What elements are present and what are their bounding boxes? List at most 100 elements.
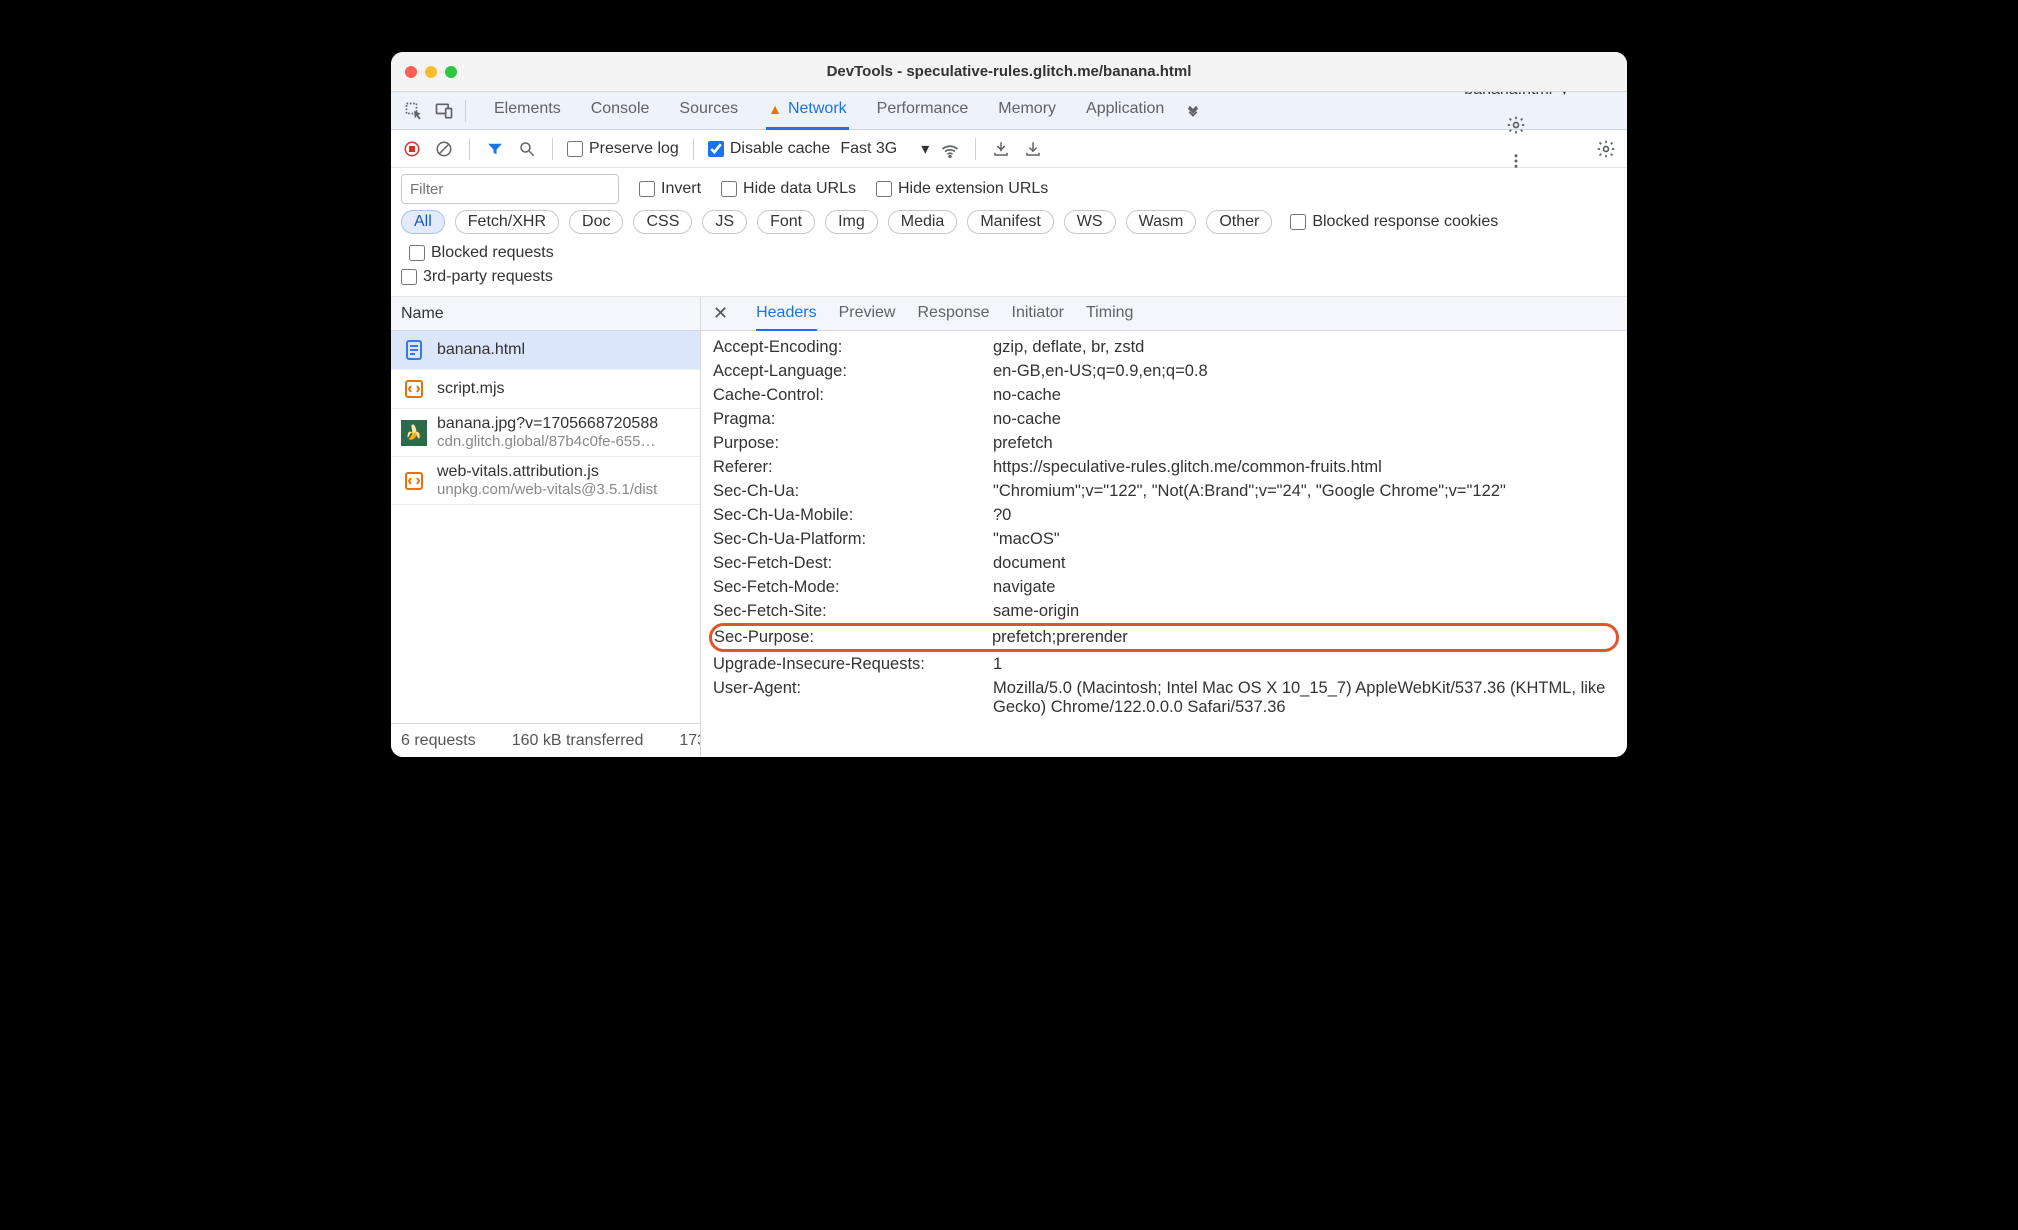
tab-network[interactable]: ▲Network: [766, 92, 849, 130]
filter-input[interactable]: [401, 174, 619, 204]
device-toolbar-icon[interactable]: [431, 98, 457, 124]
tab-sources[interactable]: Sources: [677, 92, 740, 130]
type-filter-doc[interactable]: Doc: [569, 210, 623, 234]
header-value: https://speculative-rules.glitch.me/comm…: [993, 458, 1615, 477]
disable-cache-label: Disable cache: [730, 140, 831, 158]
tab-application[interactable]: Application: [1084, 92, 1166, 130]
request-list-pane: Name banana.html script.mjs 🍌banana.jpg?v=…: [391, 297, 701, 757]
script-icon: [401, 468, 427, 494]
type-filter-all[interactable]: All: [401, 210, 445, 234]
header-row: Upgrade-Insecure-Requests:1: [701, 652, 1627, 676]
header-row: User-Agent:Mozilla/5.0 (Macintosh; Intel…: [701, 676, 1627, 719]
request-row[interactable]: 🍌banana.jpg?v=1705668720588cdn.glitch.gl…: [391, 409, 700, 457]
request-row[interactable]: web-vitals.attribution.jsunpkg.com/web-v…: [391, 457, 700, 505]
type-filter-ws[interactable]: WS: [1064, 210, 1116, 234]
header-value: navigate: [993, 578, 1615, 597]
header-name: Sec-Fetch-Site:: [713, 602, 993, 621]
tab-performance[interactable]: Performance: [875, 92, 971, 130]
type-filter-img[interactable]: Img: [825, 210, 878, 234]
filter-icon[interactable]: [484, 138, 506, 160]
hide-data-urls-checkbox[interactable]: Hide data URLs: [721, 180, 856, 198]
blocked-requests-checkbox[interactable]: Blocked requests: [409, 244, 554, 262]
detail-tab-preview[interactable]: Preview: [839, 297, 896, 331]
status-requests: 6 requests: [401, 732, 476, 750]
blocked-response-cookies-checkbox[interactable]: Blocked response cookies: [1290, 213, 1498, 231]
window-title: DevTools - speculative-rules.glitch.me/b…: [827, 63, 1192, 80]
kebab-menu-icon[interactable]: [1505, 150, 1527, 172]
type-filter-other[interactable]: Other: [1206, 210, 1272, 234]
header-name: Pragma:: [713, 410, 993, 429]
settings-icon[interactable]: [1505, 114, 1527, 136]
header-row: Pragma:no-cache: [701, 407, 1627, 431]
separator: [693, 138, 694, 160]
tab-label: Elements: [494, 100, 561, 118]
header-name: Purpose:: [713, 434, 993, 453]
network-split-view: Name banana.html script.mjs 🍌banana.jpg?v=…: [391, 297, 1627, 757]
header-name: Sec-Ch-Ua-Mobile:: [713, 506, 993, 525]
tab-memory[interactable]: Memory: [996, 92, 1058, 130]
request-row[interactable]: script.mjs: [391, 370, 700, 409]
warning-icon: ▲: [768, 101, 782, 117]
disable-cache-checkbox[interactable]: Disable cache: [708, 140, 831, 158]
type-filter-font[interactable]: Font: [757, 210, 815, 234]
type-filter-manifest[interactable]: Manifest: [967, 210, 1053, 234]
header-value: prefetch: [993, 434, 1615, 453]
tab-label: Application: [1086, 100, 1164, 118]
type-filter-wasm[interactable]: Wasm: [1126, 210, 1197, 234]
maximize-window-button[interactable]: [445, 66, 457, 78]
header-value: Mozilla/5.0 (Macintosh; Intel Mac OS X 1…: [993, 679, 1615, 717]
throttling-selector[interactable]: Fast 3G ▾: [840, 139, 929, 159]
tab-elements[interactable]: Elements: [492, 92, 563, 130]
type-filter-media[interactable]: Media: [888, 210, 958, 234]
clear-button[interactable]: [433, 138, 455, 160]
header-name: Upgrade-Insecure-Requests:: [713, 655, 993, 674]
request-detail-pane: ✕ HeadersPreviewResponseInitiatorTiming …: [701, 297, 1627, 757]
record-button[interactable]: [401, 138, 423, 160]
header-name: Sec-Ch-Ua-Platform:: [713, 530, 993, 549]
request-name: script.mjs: [437, 380, 505, 398]
third-party-checkbox[interactable]: 3rd-party requests: [401, 268, 1617, 286]
header-value: no-cache: [993, 410, 1615, 429]
separator: [469, 138, 470, 160]
invert-label: Invert: [661, 180, 701, 198]
type-filter-fetchxhr[interactable]: Fetch/XHR: [455, 210, 559, 234]
close-window-button[interactable]: [405, 66, 417, 78]
request-row[interactable]: banana.html: [391, 331, 700, 370]
detail-tab-headers[interactable]: Headers: [756, 297, 816, 331]
header-row: Purpose:prefetch: [701, 431, 1627, 455]
close-detail-button[interactable]: ✕: [713, 303, 728, 324]
main-toolbar: Elements Console Sources ▲Network Performanc…: [391, 92, 1627, 130]
header-value: prefetch;prerender: [992, 628, 1612, 647]
header-name: Sec-Fetch-Mode:: [713, 578, 993, 597]
header-name: Cache-Control:: [713, 386, 993, 405]
caret-down-icon: ▾: [921, 139, 929, 159]
network-conditions-icon[interactable]: [939, 138, 961, 160]
settings-icon[interactable]: [1595, 138, 1617, 160]
hide-extension-urls-checkbox[interactable]: Hide extension URLs: [876, 180, 1048, 198]
minimize-window-button[interactable]: [425, 66, 437, 78]
column-header-name[interactable]: Name: [391, 297, 700, 331]
search-icon[interactable]: [516, 138, 538, 160]
type-filter-js[interactable]: JS: [702, 210, 747, 234]
export-har-icon[interactable]: [1022, 138, 1044, 160]
header-value: "macOS": [993, 530, 1615, 549]
import-har-icon[interactable]: [990, 138, 1012, 160]
status-transferred: 160 kB transferred: [512, 732, 644, 750]
tab-console[interactable]: Console: [589, 92, 652, 130]
detail-tab-timing[interactable]: Timing: [1086, 297, 1133, 331]
inspect-element-icon[interactable]: [401, 98, 427, 124]
detail-tab-initiator[interactable]: Initiator: [1012, 297, 1064, 331]
header-name: User-Agent:: [713, 679, 993, 717]
header-name: Sec-Fetch-Dest:: [713, 554, 993, 573]
header-row: Accept-Encoding:gzip, deflate, br, zstd: [701, 335, 1627, 359]
preserve-log-checkbox[interactable]: Preserve log: [567, 140, 679, 158]
blocked-response-cookies-checkbox-label: Blocked response cookies: [1312, 213, 1498, 231]
separator: [975, 138, 976, 160]
type-filter-css[interactable]: CSS: [633, 210, 692, 234]
header-name: Accept-Language:: [713, 362, 993, 381]
header-value: same-origin: [993, 602, 1615, 621]
devtools-window: DevTools - speculative-rules.glitch.me/b…: [391, 52, 1627, 757]
more-tabs-icon[interactable]: [1180, 98, 1206, 124]
invert-checkbox[interactable]: Invert: [639, 180, 701, 198]
detail-tab-response[interactable]: Response: [917, 297, 989, 331]
